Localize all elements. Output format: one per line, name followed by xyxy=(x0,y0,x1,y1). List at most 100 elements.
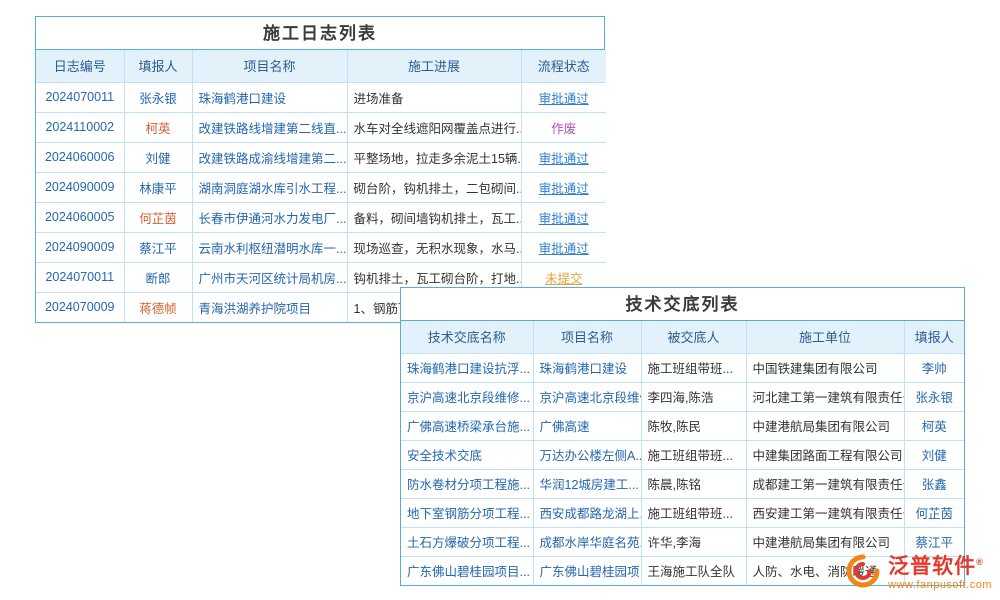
recipient-cell: 陈牧,陈民 xyxy=(641,411,746,440)
project-cell: 广州市天河区统计局机房... xyxy=(192,262,347,292)
table-row[interactable]: 2024060005何芷茵长春市伊通河水力发电厂...备料，砌间墙钩机排土，瓦工… xyxy=(36,202,606,232)
project-cell: 珠海鹤港口建设 xyxy=(192,82,347,112)
table-header-row: 日志编号填报人项目名称施工进展流程状态 xyxy=(36,50,606,82)
project-cell: 云南水利枢纽潜明水库一... xyxy=(192,232,347,262)
brand-url: www.fanpusoft.com xyxy=(888,579,992,592)
name-cell: 土石方爆破分项工程... xyxy=(401,527,533,556)
project-cell: 京沪高速北京段维修 xyxy=(533,382,641,411)
table-row[interactable]: 地下室钢筋分项工程...西安成都路龙湖上...施工班组带班...西安建工第一建筑… xyxy=(401,498,964,527)
reporter-cell: 何芷茵 xyxy=(124,202,192,232)
id-cell: 2024060005 xyxy=(36,202,124,232)
id-cell: 2024070011 xyxy=(36,82,124,112)
unit-cell: 中建港航局集团有限公司 xyxy=(746,527,904,556)
reporter-cell: 蔡江平 xyxy=(904,527,964,556)
table-row[interactable]: 安全技术交底万达办公楼左侧A...施工班组带班...中建集团路面工程有限公司刘健 xyxy=(401,440,964,469)
table-row[interactable]: 2024090009蔡江平云南水利枢纽潜明水库一...现场巡查，无积水现象，水马… xyxy=(36,232,606,262)
id-cell: 2024090009 xyxy=(36,232,124,262)
status-cell[interactable]: 审批通过 xyxy=(521,82,606,112)
status-cell[interactable]: 审批通过 xyxy=(521,142,606,172)
reporter-cell: 柯英 xyxy=(124,112,192,142)
project-cell: 西安成都路龙湖上... xyxy=(533,498,641,527)
project-cell: 广东佛山碧桂园项目 xyxy=(533,556,641,585)
project-cell: 改建铁路成渝线增建第二... xyxy=(192,142,347,172)
column-header-project: 项目名称 xyxy=(192,50,347,82)
name-cell: 广东佛山碧桂园项目... xyxy=(401,556,533,585)
fanpu-logo: 泛普软件® www.fanpusoft.com xyxy=(845,553,992,594)
reporter-cell: 刘健 xyxy=(904,440,964,469)
progress-cell: 进场准备 xyxy=(347,82,521,112)
column-header-reporter: 填报人 xyxy=(904,321,964,353)
unit-cell: 西安建工第一建筑有限责任公司 xyxy=(746,498,904,527)
column-header-unit: 施工单位 xyxy=(746,321,904,353)
column-header-recipient: 被交底人 xyxy=(641,321,746,353)
column-header-id: 日志编号 xyxy=(36,50,124,82)
status-cell[interactable]: 审批通过 xyxy=(521,232,606,262)
construction-log-table: 日志编号填报人项目名称施工进展流程状态 2024070011张永银珠海鹤港口建设… xyxy=(36,50,606,322)
table-row[interactable]: 土石方爆破分项工程...成都水岸华庭名苑...许华,李海中建港航局集团有限公司蔡… xyxy=(401,527,964,556)
table-row[interactable]: 2024090009林康平湖南洞庭湖水库引水工程...砌台阶，钩机排土，二包砌间… xyxy=(36,172,606,202)
reporter-cell: 林康平 xyxy=(124,172,192,202)
column-header-reporter: 填报人 xyxy=(124,50,192,82)
reporter-cell: 蒋德帧 xyxy=(124,292,192,322)
name-cell: 珠海鹤港口建设抗浮... xyxy=(401,353,533,382)
id-cell: 2024070011 xyxy=(36,262,124,292)
status-cell[interactable]: 作废 xyxy=(521,112,606,142)
recipient-cell: 施工班组带班... xyxy=(641,498,746,527)
project-cell: 长春市伊通河水力发电厂... xyxy=(192,202,347,232)
unit-cell: 河北建工第一建筑有限责任公司 xyxy=(746,382,904,411)
table-header-row: 技术交底名称项目名称被交底人施工单位填报人 xyxy=(401,321,964,353)
reporter-cell: 断郎 xyxy=(124,262,192,292)
technical-disclosure-window: 技术交底列表 技术交底名称项目名称被交底人施工单位填报人 珠海鹤港口建设抗浮..… xyxy=(400,287,965,586)
recipient-cell: 施工班组带班... xyxy=(641,353,746,382)
progress-cell: 砌台阶，钩机排土，二包砌间... xyxy=(347,172,521,202)
reporter-cell: 张鑫 xyxy=(904,469,964,498)
recipient-cell: 许华,李海 xyxy=(641,527,746,556)
window-title: 技术交底列表 xyxy=(401,288,964,321)
recipient-cell: 李四海,陈浩 xyxy=(641,382,746,411)
column-header-progress: 施工进展 xyxy=(347,50,521,82)
recipient-cell: 陈晨,陈铭 xyxy=(641,469,746,498)
id-cell: 2024070009 xyxy=(36,292,124,322)
table-row[interactable]: 京沪高速北京段维修...京沪高速北京段维修李四海,陈浩河北建工第一建筑有限责任公… xyxy=(401,382,964,411)
name-cell: 京沪高速北京段维修... xyxy=(401,382,533,411)
id-cell: 2024110002 xyxy=(36,112,124,142)
unit-cell: 成都建工第一建筑有限责任公司 xyxy=(746,469,904,498)
table-row[interactable]: 珠海鹤港口建设抗浮...珠海鹤港口建设施工班组带班...中国铁建集团有限公司李帅 xyxy=(401,353,964,382)
window-title: 施工日志列表 xyxy=(36,17,604,50)
progress-cell: 备料，砌间墙钩机排土，瓦工... xyxy=(347,202,521,232)
table-row[interactable]: 2024070011张永银珠海鹤港口建设进场准备审批通过 xyxy=(36,82,606,112)
registered-mark: ® xyxy=(976,557,984,567)
table-row[interactable]: 2024060006刘健改建铁路成渝线增建第二...平整场地，拉走多余泥土15辆… xyxy=(36,142,606,172)
unit-cell: 中建集团路面工程有限公司 xyxy=(746,440,904,469)
column-header-project: 项目名称 xyxy=(533,321,641,353)
table-row[interactable]: 防水卷材分项工程施...华润12城房建工...陈晨,陈铭成都建工第一建筑有限责任… xyxy=(401,469,964,498)
status-cell[interactable]: 审批通过 xyxy=(521,202,606,232)
table-row[interactable]: 广佛高速桥梁承台施...广佛高速陈牧,陈民中建港航局集团有限公司柯英 xyxy=(401,411,964,440)
project-cell: 成都水岸华庭名苑... xyxy=(533,527,641,556)
unit-cell: 中建港航局集团有限公司 xyxy=(746,411,904,440)
reporter-cell: 张永银 xyxy=(904,382,964,411)
progress-cell: 平整场地，拉走多余泥土15辆... xyxy=(347,142,521,172)
reporter-cell: 张永银 xyxy=(124,82,192,112)
brand-name: 泛普软件® xyxy=(888,555,992,579)
name-cell: 安全技术交底 xyxy=(401,440,533,469)
reporter-cell: 刘健 xyxy=(124,142,192,172)
status-cell[interactable]: 审批通过 xyxy=(521,172,606,202)
construction-log-window: 施工日志列表 日志编号填报人项目名称施工进展流程状态 2024070011张永银… xyxy=(35,16,605,323)
project-cell: 改建铁路线增建第二线直... xyxy=(192,112,347,142)
project-cell: 湖南洞庭湖水库引水工程... xyxy=(192,172,347,202)
project-cell: 珠海鹤港口建设 xyxy=(533,353,641,382)
unit-cell: 中国铁建集团有限公司 xyxy=(746,353,904,382)
project-cell: 华润12城房建工... xyxy=(533,469,641,498)
id-cell: 2024090009 xyxy=(36,172,124,202)
project-cell: 广佛高速 xyxy=(533,411,641,440)
project-cell: 万达办公楼左侧A... xyxy=(533,440,641,469)
recipient-cell: 王海施工队全队 xyxy=(641,556,746,585)
progress-cell: 现场巡查，无积水现象，水马... xyxy=(347,232,521,262)
progress-cell: 水车对全线遮阳网覆盖点进行... xyxy=(347,112,521,142)
column-header-status: 流程状态 xyxy=(521,50,606,82)
reporter-cell: 蔡江平 xyxy=(124,232,192,262)
technical-disclosure-table: 技术交底名称项目名称被交底人施工单位填报人 珠海鹤港口建设抗浮...珠海鹤港口建… xyxy=(401,321,964,585)
recipient-cell: 施工班组带班... xyxy=(641,440,746,469)
table-row[interactable]: 2024110002柯英改建铁路线增建第二线直...水车对全线遮阳网覆盖点进行.… xyxy=(36,112,606,142)
